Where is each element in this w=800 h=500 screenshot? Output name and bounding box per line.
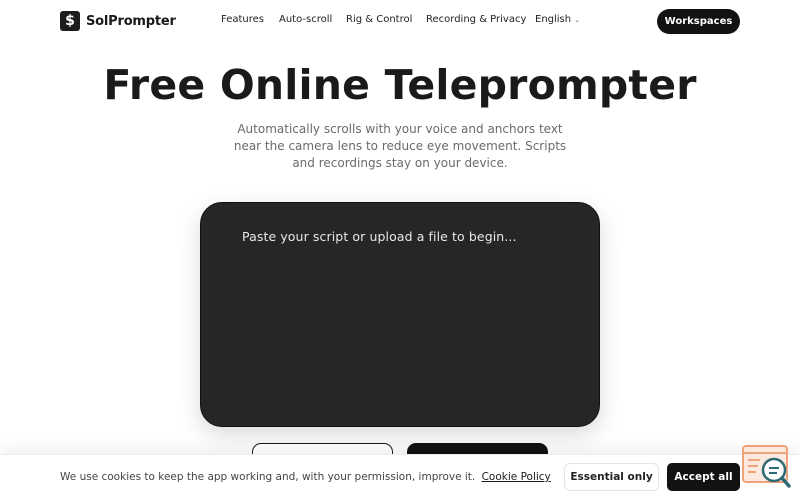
cookie-message-line: We use cookies to keep the app working a… xyxy=(60,471,551,483)
cookie-policy-link[interactable]: Cookie Policy xyxy=(482,471,551,483)
brand-name: SolPrompter xyxy=(86,13,176,29)
script-placeholder: Paste your script or upload a file to be… xyxy=(242,229,517,244)
nav-item-rig-control[interactable]: Rig & Control xyxy=(346,14,412,25)
site-header: $ SolPrompter Features Auto-scroll Rig &… xyxy=(0,0,800,42)
accept-all-button[interactable]: Accept all xyxy=(667,463,740,491)
cookie-message: We use cookies to keep the app working a… xyxy=(60,471,476,483)
workspaces-button[interactable]: Workspaces xyxy=(657,9,740,34)
essential-only-button[interactable]: Essential only xyxy=(564,463,659,491)
language-select[interactable]: English ⌄ xyxy=(535,14,580,25)
script-editor[interactable]: Paste your script or upload a file to be… xyxy=(200,202,600,427)
nav-item-features[interactable]: Features xyxy=(221,14,264,25)
search-chat-icon[interactable] xyxy=(742,444,792,492)
page: $ SolPrompter Features Auto-scroll Rig &… xyxy=(0,0,800,500)
page-title: Free Online Teleprompter xyxy=(103,61,697,109)
nav-item-recording-privacy[interactable]: Recording & Privacy xyxy=(426,14,526,25)
nav-item-auto-scroll[interactable]: Auto-scroll xyxy=(279,14,332,25)
language-label: English xyxy=(535,14,572,25)
hero-subtitle: Automatically scrolls with your voice an… xyxy=(233,122,567,170)
cookie-banner: We use cookies to keep the app working a… xyxy=(0,454,800,500)
brand-logo[interactable]: $ SolPrompter xyxy=(60,11,176,31)
dollar-icon: $ xyxy=(60,11,80,31)
chevron-down-icon: ⌄ xyxy=(574,15,580,24)
